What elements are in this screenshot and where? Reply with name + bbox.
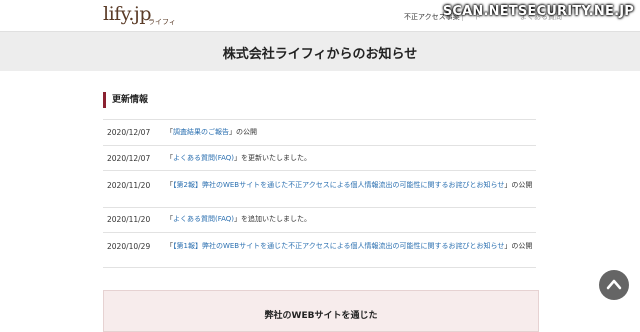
row-divider — [103, 170, 536, 171]
row-suffix: 」の公開 — [229, 128, 257, 136]
bracket-open: 「 — [166, 128, 173, 136]
row-suffix: 」を追加いたしました。 — [234, 215, 312, 223]
bracket-open: 「 — [166, 154, 173, 162]
row-date: 2020/10/29 — [107, 242, 151, 251]
row-text: 「【第2報】弊社のWEBサイトを通じた不正アクセスによる個人情報流出の可能性に関… — [166, 179, 534, 191]
row-suffix: 」の公開 — [504, 242, 533, 250]
notice-box: 弊社のWEBサイトを通じた — [103, 290, 539, 332]
row-divider — [103, 207, 536, 208]
news-link[interactable]: 調査結果のご報告 — [173, 128, 229, 136]
row-suffix: 」を更新いたしました。 — [234, 154, 312, 162]
site-header: lify.jp ライフィ 不正アクセス事案 ト よくある質問 SCAN.NETS… — [0, 0, 640, 31]
title-bar: 株式会社ライフィからのお知らせ — [0, 31, 640, 71]
page-title: 株式会社ライフィからのお知らせ — [222, 47, 418, 62]
notice-title: 弊社のWEBサイトを通じた — [264, 311, 378, 321]
news-link[interactable]: 【第1報】弊社のWEBサイトを通じた不正アクセスによる個人情報流出の可能性に関す… — [173, 242, 504, 250]
chevron-up-icon — [606, 279, 622, 290]
bracket-open: 「 — [166, 181, 173, 189]
row-date: 2020/12/07 — [107, 128, 151, 137]
row-text: 「よくある質問(FAQ)」を更新いたしました。 — [166, 152, 534, 164]
site-logo-sub: ライフィ — [148, 18, 176, 26]
site-logo[interactable]: lify.jp — [103, 3, 152, 25]
row-date: 2020/11/20 — [107, 181, 151, 190]
news-link[interactable]: よくある質問(FAQ) — [173, 154, 234, 162]
news-link[interactable]: 【第2報】弊社のWEBサイトを通じた不正アクセスによる個人情報流出の可能性に関す… — [173, 181, 504, 189]
row-text: 「調査結果のご報告」の公開 — [166, 126, 534, 138]
row-divider — [103, 267, 536, 268]
row-divider — [103, 232, 536, 233]
news-link[interactable]: よくある質問(FAQ) — [173, 215, 234, 223]
scroll-top-button[interactable] — [599, 270, 629, 300]
bracket-open: 「 — [166, 242, 173, 250]
row-date: 2020/12/07 — [107, 154, 151, 163]
watermark: SCAN.NETSECURITY.NE.JP — [442, 4, 634, 19]
row-divider — [103, 119, 536, 120]
bracket-open: 「 — [166, 215, 173, 223]
row-suffix: 」の公開 — [504, 181, 533, 189]
row-divider — [103, 145, 536, 146]
section-title: 更新情報 — [103, 92, 148, 108]
row-date: 2020/11/20 — [107, 215, 151, 224]
row-text: 「よくある質問(FAQ)」を追加いたしました。 — [166, 213, 534, 225]
row-text: 「【第1報】弊社のWEBサイトを通じた不正アクセスによる個人情報流出の可能性に関… — [166, 240, 534, 252]
